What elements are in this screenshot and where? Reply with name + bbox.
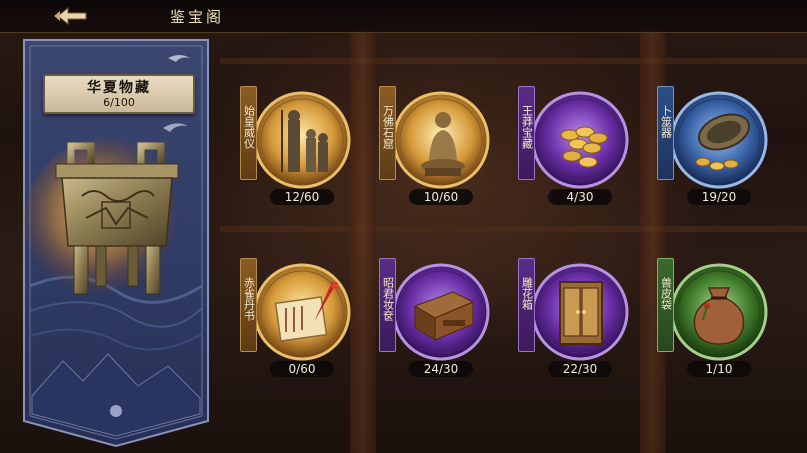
item-name: 卜筮器 <box>659 105 673 138</box>
makeup-box-image <box>392 263 490 361</box>
bronze-divination-bowl-image <box>670 91 768 189</box>
item-name-tag: 赤雀丹书 <box>240 258 257 352</box>
page-title: 鉴宝阁 <box>170 8 225 26</box>
collection-progress: 6/100 <box>103 96 135 109</box>
item-progress: 22/30 <box>548 361 612 377</box>
item-name-tag: 万佛石窟 <box>379 86 396 180</box>
back-button[interactable] <box>52 5 92 27</box>
item-progress: 24/30 <box>409 361 473 377</box>
gold-coins-image <box>531 91 629 189</box>
scroll-and-brush-image <box>253 263 351 361</box>
collection-nameplate: 华夏物藏 6/100 <box>43 74 195 114</box>
item-progress: 1/10 <box>687 361 751 377</box>
item-name-tag: 始皇威仪 <box>240 86 257 180</box>
treasure-item-5[interactable]: 赤雀丹书 0/60 <box>240 258 360 382</box>
item-name-tag: 兽皮袋 <box>657 258 674 352</box>
hall-beam <box>220 226 807 232</box>
item-name: 王莽宝藏 <box>520 105 534 149</box>
leather-pouch-image <box>670 263 768 361</box>
item-name: 昭君妆奁 <box>381 277 395 321</box>
treasure-item-8[interactable]: 兽皮袋 1/10 <box>657 258 777 382</box>
item-progress: 19/20 <box>687 189 751 205</box>
treasure-item-1[interactable]: 始皇威仪 12/60 <box>240 86 360 210</box>
terracotta-warriors-image <box>253 91 351 189</box>
item-name-tag: 雕花箱 <box>518 258 535 352</box>
treasure-item-4[interactable]: 卜筮器 19/20 <box>657 86 777 210</box>
item-progress: 0/60 <box>270 361 334 377</box>
collection-name: 华夏物藏 <box>87 80 151 96</box>
treasure-item-6[interactable]: 昭君妆奁 24/30 <box>379 258 499 382</box>
item-name: 始皇威仪 <box>242 105 256 149</box>
buddha-statue-image <box>392 91 490 189</box>
bronze-ding-image <box>55 142 179 295</box>
item-progress: 4/30 <box>548 189 612 205</box>
treasure-item-2[interactable]: 万佛石窟 10/60 <box>379 86 499 210</box>
hall-beam <box>220 58 807 64</box>
treasure-item-7[interactable]: 雕花箱 22/30 <box>518 258 638 382</box>
back-arrow-icon <box>54 6 87 26</box>
item-progress: 10/60 <box>409 189 473 205</box>
item-name: 万佛石窟 <box>381 105 395 149</box>
item-name: 雕花箱 <box>520 277 534 310</box>
item-name: 赤雀丹书 <box>242 277 256 321</box>
item-name: 兽皮袋 <box>659 277 673 310</box>
collection-banner[interactable]: 华夏物藏 6/100 <box>18 36 214 448</box>
item-progress: 12/60 <box>270 189 334 205</box>
carved-cabinet-image <box>531 263 629 361</box>
item-name-tag: 王莽宝藏 <box>518 86 535 180</box>
treasure-item-3[interactable]: 王莽宝藏 4/30 <box>518 86 638 210</box>
item-name-tag: 卜筮器 <box>657 86 674 180</box>
top-bar: 鉴宝阁 <box>0 0 807 33</box>
item-name-tag: 昭君妆奁 <box>379 258 396 352</box>
